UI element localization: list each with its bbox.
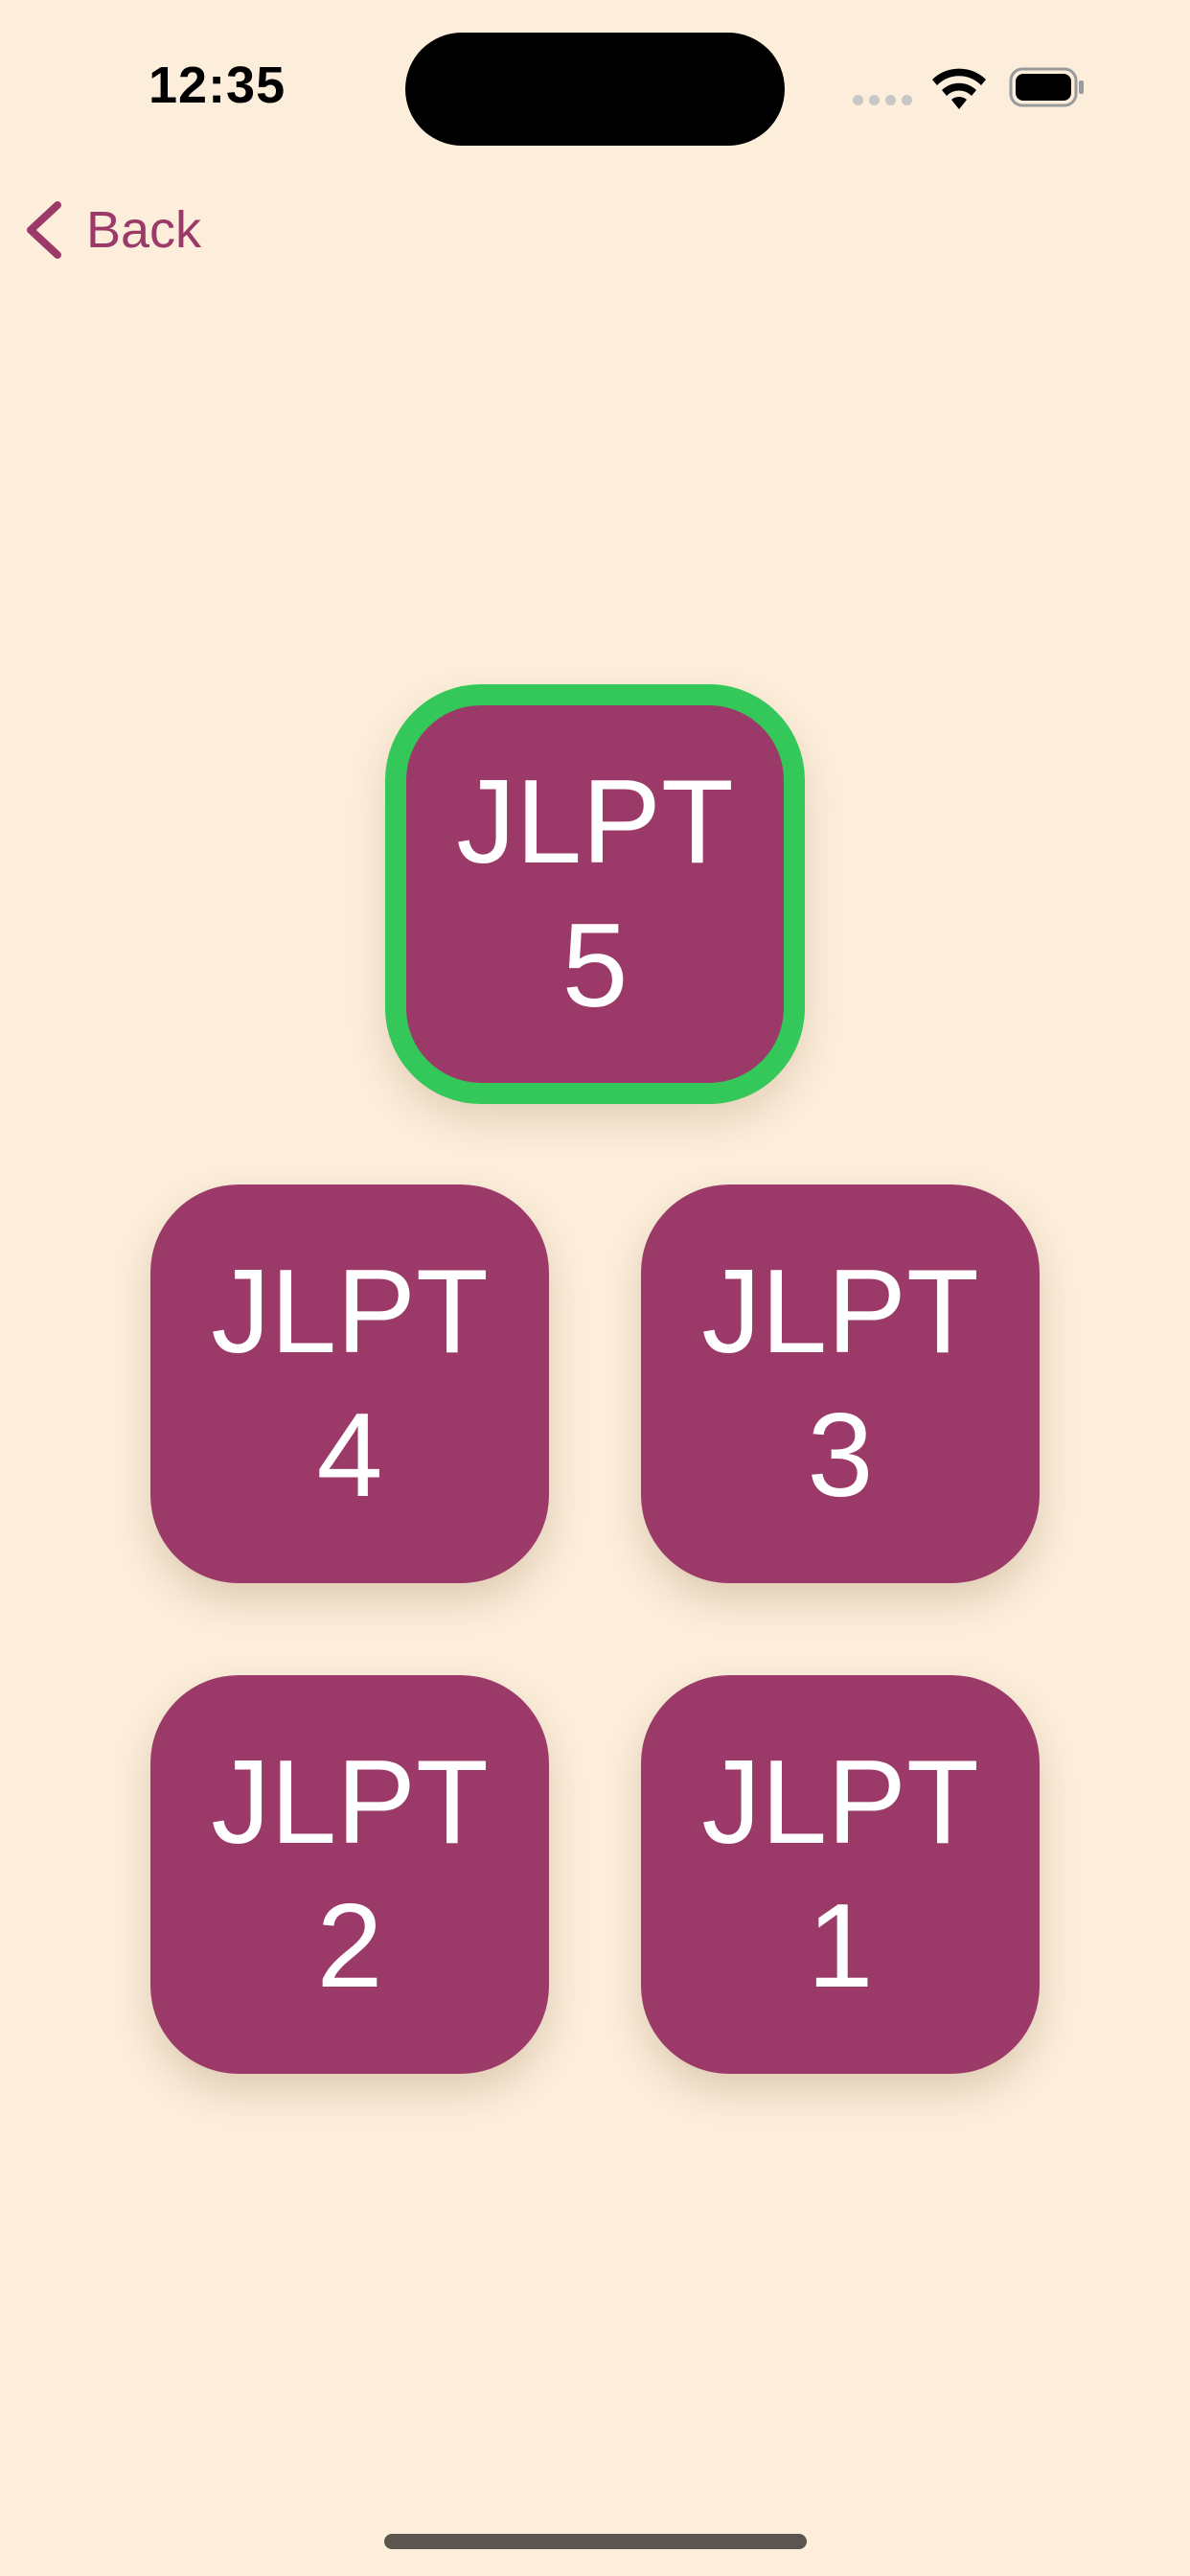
tile-label: JLPT	[211, 1246, 489, 1378]
dynamic-island	[405, 33, 785, 146]
tile-number: 3	[807, 1390, 874, 1522]
jlpt-3-button[interactable]: JLPT 3	[641, 1184, 1040, 1583]
back-label: Back	[86, 201, 202, 259]
tile-label: JLPT	[211, 1736, 489, 1869]
status-time: 12:35	[149, 57, 286, 114]
cellular-signal-icon	[853, 95, 914, 106]
jlpt-2-button[interactable]: JLPT 2	[150, 1675, 549, 2074]
jlpt-1-button[interactable]: JLPT 1	[641, 1675, 1040, 2074]
battery-icon	[1009, 67, 1084, 107]
jlpt-4-button[interactable]: JLPT 4	[150, 1184, 549, 1583]
tile-number: 4	[316, 1390, 383, 1522]
chevron-left-icon	[27, 201, 61, 259]
tile-number: 1	[807, 1880, 874, 2012]
jlpt-5-button[interactable]: JLPT 5	[385, 684, 805, 1104]
status-bar: 12:35	[0, 0, 1190, 172]
back-button[interactable]: Back	[23, 192, 201, 268]
tile-label: JLPT	[456, 756, 734, 888]
tile-label: JLPT	[701, 1246, 979, 1378]
tile-label: JLPT	[701, 1736, 979, 1869]
tile-number: 5	[561, 900, 629, 1032]
tile-number: 2	[316, 1880, 383, 2012]
home-indicator[interactable]	[384, 2534, 807, 2549]
wifi-icon	[932, 68, 986, 109]
